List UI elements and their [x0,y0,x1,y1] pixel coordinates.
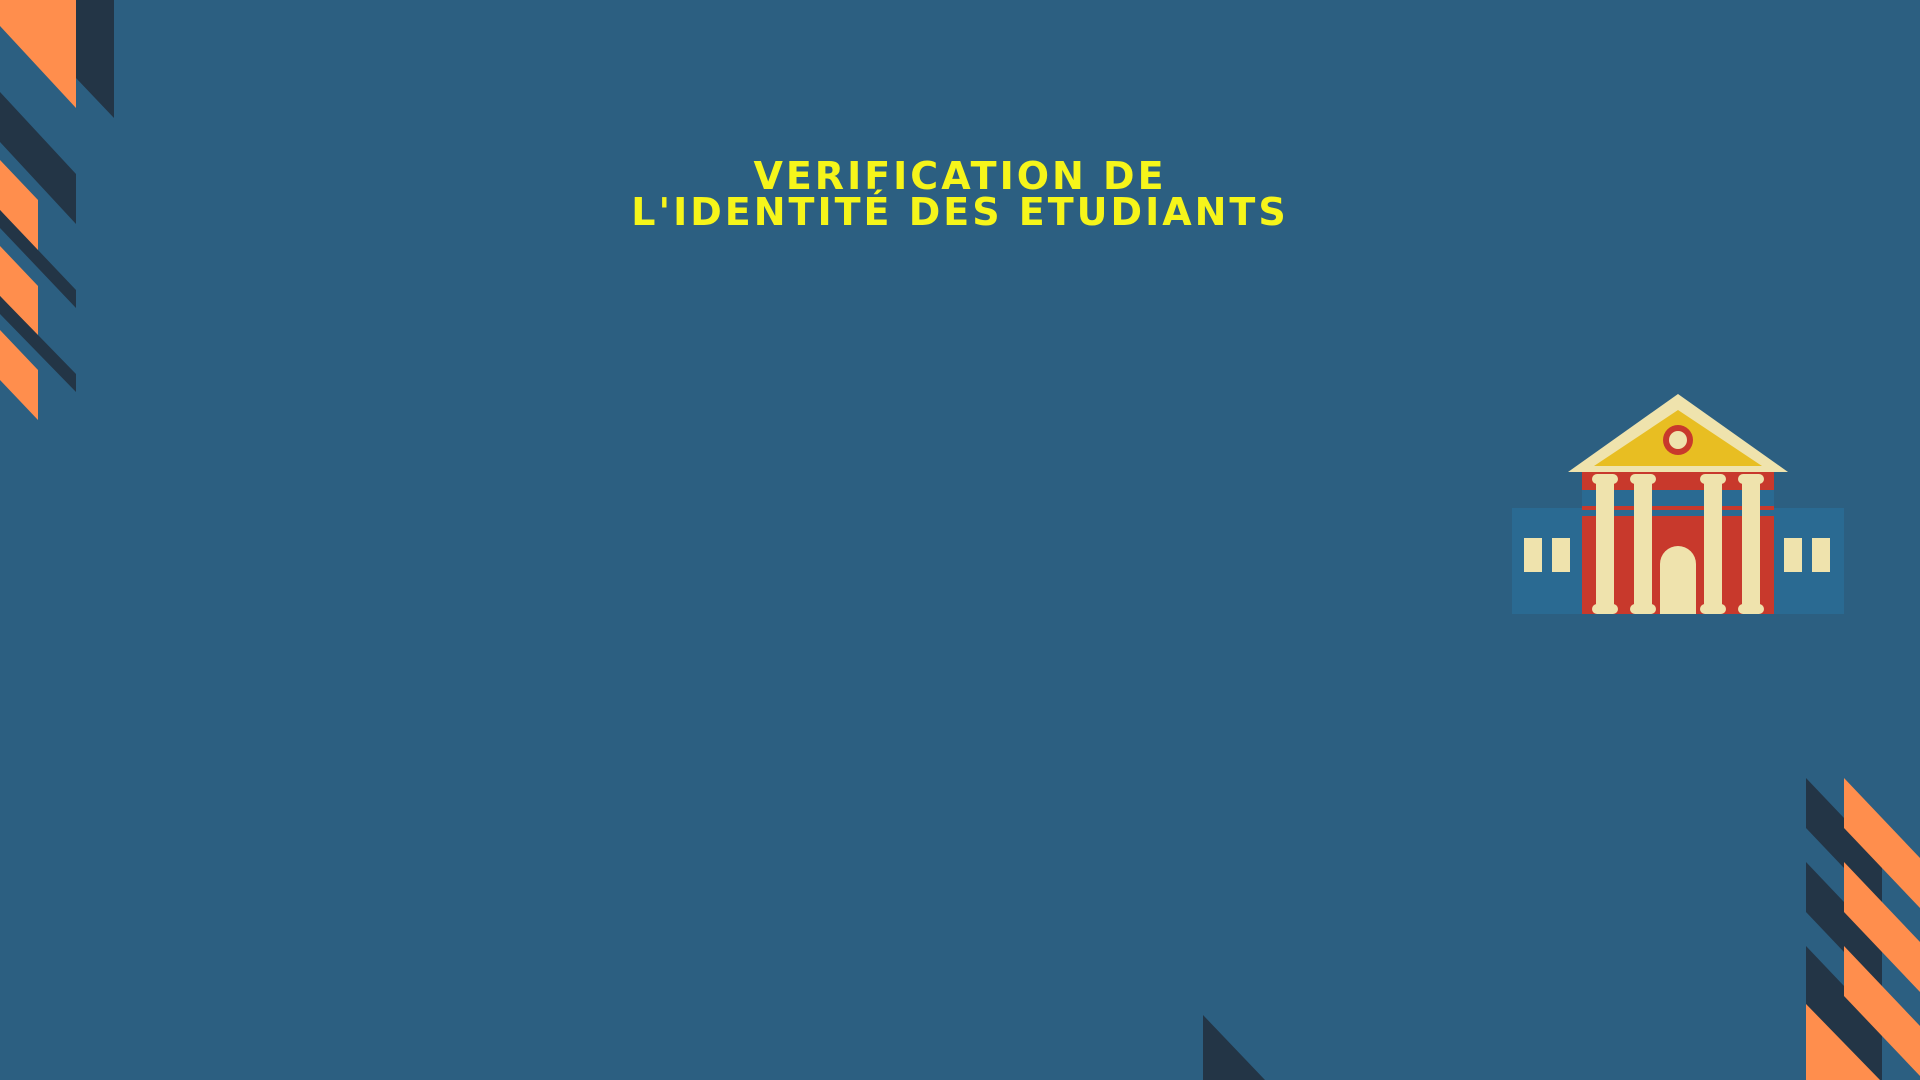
bottom-right-stripes [1806,778,1920,1080]
university-building-icon [1512,394,1844,614]
stripe [0,0,76,108]
stripe [76,0,114,118]
slide-title: VERIFICATION DE L'IDENTITÉ DES ETUDIANTS [0,154,1920,234]
slide-title-line-1: VERIFICATION DE [753,154,1167,198]
bottom-triangle [1203,1015,1265,1080]
slide-title-line-2: L'IDENTITÉ DES ETUDIANTS [631,190,1289,234]
